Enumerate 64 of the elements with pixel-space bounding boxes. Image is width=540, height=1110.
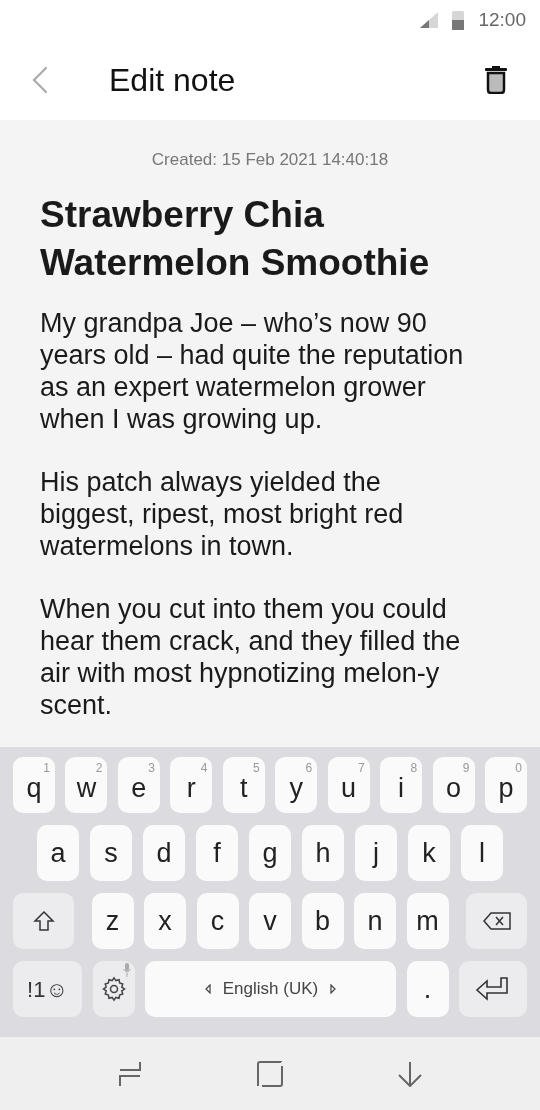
key[interactable]: v [249, 893, 291, 949]
key[interactable]: 7 u [327, 757, 370, 813]
note-paragraph: His patch always yielded the biggest, ripest, most bright red watermelons in town. [40, 465, 405, 562]
key[interactable]: f [196, 825, 238, 881]
key-hint: 6 [305, 760, 313, 777]
shift-icon [31, 909, 56, 933]
key[interactable]: 8 i [380, 757, 423, 813]
key[interactable]: k [408, 825, 450, 881]
trash-icon [485, 66, 507, 94]
key[interactable]: g [249, 825, 291, 881]
key-hint: 3 [148, 760, 155, 777]
key[interactable]: 3 e [117, 757, 160, 813]
key[interactable]: s [90, 825, 132, 881]
key[interactable]: 5 t [222, 757, 265, 813]
key-hint: 2 [95, 760, 103, 777]
back-icon [32, 66, 48, 94]
key-hint: 4 [200, 760, 208, 777]
key[interactable]: 2 w [65, 757, 108, 813]
key[interactable]: z [91, 893, 134, 949]
note-paragraph: My grandpa Joe – who’s now 90 years old – had quite the reputation as an expert watermelon grower when I was growing up. [40, 306, 465, 435]
down-arrow-icon [397, 1060, 423, 1087]
key-hint: 1 [43, 760, 50, 777]
shift-key[interactable] [13, 893, 74, 949]
key-hint: 7 [357, 760, 365, 777]
created-date: Created: 15 Feb 2021 14:40:18 [150, 149, 390, 171]
key[interactable]: 9 o [432, 757, 475, 813]
enter-icon [475, 976, 511, 1002]
key[interactable]: x [144, 893, 186, 949]
backspace-icon [481, 910, 512, 932]
microphone-icon [122, 963, 131, 977]
recent-apps-icon [118, 1060, 142, 1087]
key[interactable]: 4 r [170, 757, 213, 813]
note-title: Strawberry Chia Watermelon Smoothie [40, 192, 431, 285]
home-icon [257, 1060, 283, 1087]
key[interactable]: 0 p [484, 757, 527, 813]
key-hint: 5 [253, 760, 260, 777]
left-triangle-icon [204, 984, 211, 994]
key[interactable]: j [355, 825, 397, 881]
delete-button[interactable] [484, 64, 508, 96]
key[interactable]: n [354, 893, 396, 949]
key[interactable]: . [406, 961, 449, 1017]
key[interactable]: l [461, 825, 503, 881]
screen-title: Edit note [109, 61, 237, 100]
signal-icon [420, 12, 439, 28]
key[interactable]: b [301, 893, 344, 949]
key-hint: 8 [410, 760, 418, 777]
key[interactable]: d [143, 825, 185, 881]
key[interactable]: c [196, 893, 239, 949]
status-time: 12:00 [478, 7, 526, 32]
enter-key[interactable] [459, 961, 527, 1017]
symbols-key[interactable]: !1☺ [13, 961, 82, 1017]
key[interactable]: a [37, 825, 79, 881]
backspace-key[interactable] [466, 893, 527, 949]
battery-icon [452, 10, 465, 30]
settings-key[interactable] [92, 961, 135, 1017]
right-triangle-icon [330, 984, 337, 994]
key[interactable]: m [406, 893, 449, 949]
key[interactable]: 1 q [13, 757, 55, 813]
key[interactable]: 6 y [275, 757, 318, 813]
key-hint: 9 [462, 760, 470, 777]
key-hint: 0 [515, 760, 522, 777]
note-paragraph: When you cut into them you could hear them crack, and they filled the air with most hypnotizing melon-y scent. [40, 592, 462, 721]
key[interactable]: h [302, 825, 344, 881]
space-key[interactable]: English (UK) [145, 961, 396, 1017]
